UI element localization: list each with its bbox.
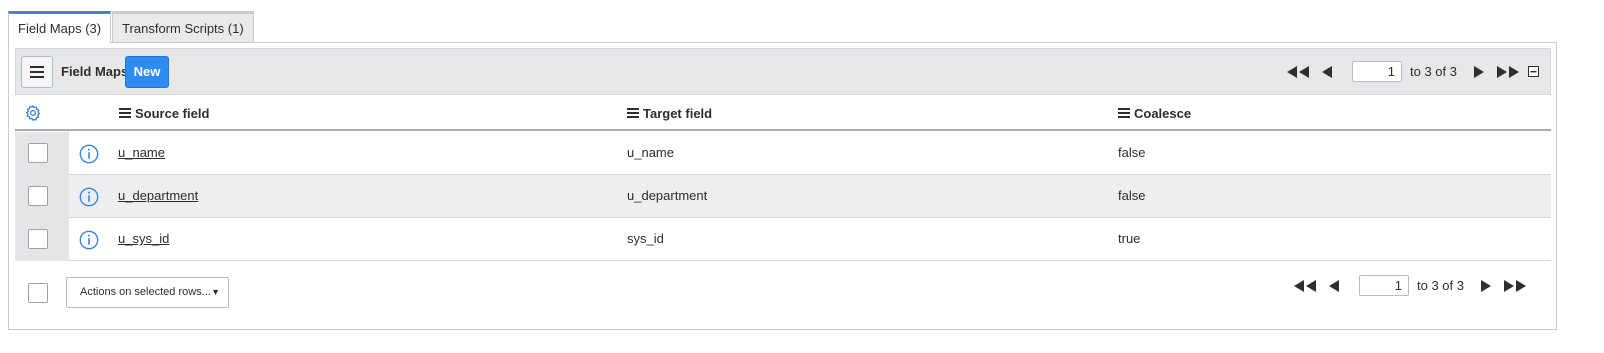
- row-select-cell: [15, 218, 69, 261]
- actions-select[interactable]: Actions on selected rows... ▼: [66, 277, 229, 308]
- column-header-target-field[interactable]: Target field: [627, 95, 712, 131]
- tab-field-maps[interactable]: Field Maps (3): [8, 11, 112, 43]
- table-row: u_department u_department false: [15, 175, 1551, 218]
- list-title: Field Maps: [61, 64, 129, 79]
- related-list: Field Maps (3) Transform Scripts (1) Fie…: [0, 0, 1604, 353]
- pager-top: to 3 of 3: [1285, 61, 1541, 82]
- column-label-coalesce: Coalesce: [1134, 105, 1192, 121]
- row-checkbox[interactable]: [28, 229, 48, 249]
- last-page-icon[interactable]: [1495, 65, 1521, 78]
- column-label-source-field: Source field: [135, 105, 210, 121]
- field-maps-panel: Field Maps New to 3 of 3: [8, 42, 1557, 330]
- row-select-cell: [15, 132, 69, 175]
- coalesce-cell: false: [1118, 145, 1146, 160]
- personalize-list-button[interactable]: [24, 95, 46, 131]
- menu-icon: [30, 66, 44, 78]
- source-field-link[interactable]: u_name: [118, 132, 165, 174]
- new-button[interactable]: New: [125, 56, 169, 88]
- column-menu-icon: [627, 108, 639, 118]
- page-range-text: to 3 of 3: [1417, 278, 1464, 293]
- table-header: Source field Target field Coalesce: [15, 95, 1551, 131]
- source-field-link[interactable]: u_sys_id: [118, 218, 169, 260]
- select-all-checkbox[interactable]: [28, 283, 48, 303]
- row-checkbox[interactable]: [28, 143, 48, 163]
- actions-select-label: Actions on selected rows...: [80, 286, 211, 298]
- row-checkbox[interactable]: [28, 186, 48, 206]
- coalesce-cell: false: [1118, 188, 1146, 203]
- table-row: u_name u_name false: [15, 132, 1551, 175]
- next-page-icon[interactable]: [1478, 279, 1494, 292]
- info-icon[interactable]: [79, 144, 99, 167]
- prev-page-icon[interactable]: [1319, 65, 1335, 78]
- first-page-icon[interactable]: [1292, 279, 1318, 292]
- target-field-cell: sys_id: [627, 231, 664, 246]
- pager-bottom: to 3 of 3: [1292, 275, 1528, 296]
- list-menu-button[interactable]: [21, 56, 53, 88]
- column-menu-icon: [119, 108, 131, 118]
- list-toolbar: Field Maps New to 3 of 3: [15, 48, 1551, 95]
- caret-down-icon: ▼: [211, 287, 220, 297]
- target-field-cell: u_department: [627, 188, 708, 203]
- info-icon[interactable]: [79, 230, 99, 253]
- source-field-link[interactable]: u_department: [118, 175, 198, 217]
- gear-icon: [25, 104, 41, 122]
- first-page-icon[interactable]: [1285, 65, 1311, 78]
- related-list-tabs: Field Maps (3) Transform Scripts (1): [8, 11, 255, 43]
- column-header-coalesce[interactable]: Coalesce: [1118, 95, 1191, 131]
- page-number-input[interactable]: [1359, 275, 1409, 296]
- column-menu-icon: [1118, 108, 1130, 118]
- info-icon[interactable]: [79, 187, 99, 210]
- column-label-target-field: Target field: [643, 105, 713, 121]
- page-number-input[interactable]: [1352, 61, 1402, 82]
- target-field-cell: u_name: [627, 145, 674, 160]
- table-row: u_sys_id sys_id true: [15, 218, 1551, 261]
- collapse-icon[interactable]: [1527, 66, 1541, 77]
- row-select-cell: [15, 175, 69, 218]
- page-range-text: to 3 of 3: [1410, 64, 1457, 79]
- prev-page-icon[interactable]: [1326, 279, 1342, 292]
- column-header-source-field[interactable]: Source field: [119, 95, 209, 131]
- last-page-icon[interactable]: [1502, 279, 1528, 292]
- tab-transform-scripts[interactable]: Transform Scripts (1): [112, 11, 254, 43]
- coalesce-cell: true: [1118, 231, 1141, 246]
- next-page-icon[interactable]: [1471, 65, 1487, 78]
